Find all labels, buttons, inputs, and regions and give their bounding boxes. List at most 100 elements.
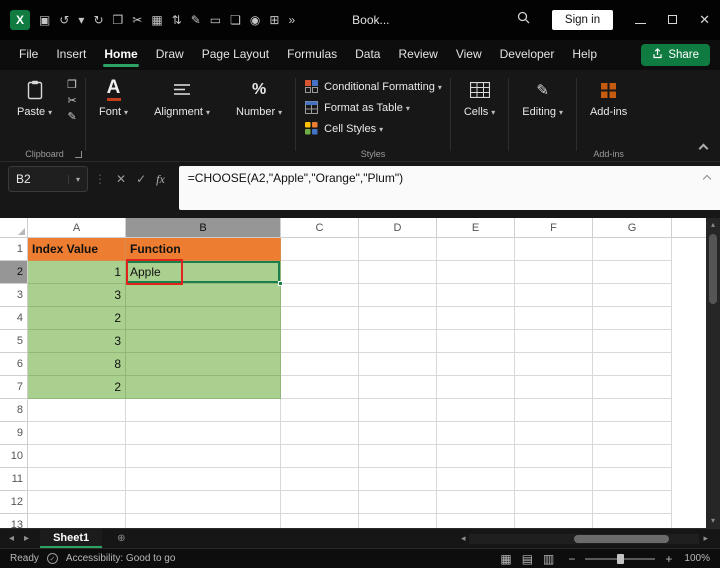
add-sheet-icon[interactable]: ⊕ xyxy=(112,529,130,548)
cell-D7[interactable] xyxy=(359,376,437,399)
cell-A6[interactable]: 8 xyxy=(28,353,126,376)
cell-D6[interactable] xyxy=(359,353,437,376)
cell-D4[interactable] xyxy=(359,307,437,330)
cell-E10[interactable] xyxy=(437,445,515,468)
cell-G1[interactable] xyxy=(593,238,672,261)
sheet-nav-left-icon[interactable]: ◂ xyxy=(4,529,19,548)
cell-E8[interactable] xyxy=(437,399,515,422)
cell-E9[interactable] xyxy=(437,422,515,445)
row-header-10[interactable]: 10 xyxy=(0,445,28,468)
cell-D12[interactable] xyxy=(359,491,437,514)
cell-C8[interactable] xyxy=(281,399,359,422)
undo-icon[interactable]: ↺ xyxy=(59,10,69,30)
cell-A2[interactable]: 1 xyxy=(28,261,126,284)
eraser-icon[interactable]: ▭ xyxy=(210,10,221,30)
camera-icon[interactable]: ◉ xyxy=(250,10,260,30)
copy-icon[interactable]: ❐ xyxy=(67,79,77,92)
column-header-A[interactable]: A xyxy=(28,218,126,238)
cell-C13[interactable] xyxy=(281,514,359,528)
cell-B1[interactable]: Function xyxy=(126,238,281,261)
cell-E2[interactable] xyxy=(437,261,515,284)
row-header-11[interactable]: 11 xyxy=(0,468,28,491)
menu-tab-file[interactable]: File xyxy=(10,41,47,69)
excel-logo-icon[interactable]: X xyxy=(10,10,30,30)
cell-D10[interactable] xyxy=(359,445,437,468)
cell-B5[interactable] xyxy=(126,330,281,353)
cell-G7[interactable] xyxy=(593,376,672,399)
cell-F13[interactable] xyxy=(515,514,593,528)
cell-F12[interactable] xyxy=(515,491,593,514)
menu-tab-data[interactable]: Data xyxy=(346,41,389,69)
formula-input[interactable]: =CHOOSE(A2,"Apple","Orange","Plum") xyxy=(179,166,720,210)
cell-F11[interactable] xyxy=(515,468,593,491)
cell-G2[interactable] xyxy=(593,261,672,284)
cell-F10[interactable] xyxy=(515,445,593,468)
row-header-2[interactable]: 2 xyxy=(0,261,28,284)
cell-F3[interactable] xyxy=(515,284,593,307)
minimize-button[interactable] xyxy=(635,11,646,29)
cell-A7[interactable]: 2 xyxy=(28,376,126,399)
cell-C1[interactable] xyxy=(281,238,359,261)
chevron-down-icon[interactable]: ▾ xyxy=(78,10,84,30)
name-box[interactable]: B2 xyxy=(8,166,88,192)
cell-B12[interactable] xyxy=(126,491,281,514)
cell-C4[interactable] xyxy=(281,307,359,330)
row-header-9[interactable]: 9 xyxy=(0,422,28,445)
more-commands-icon[interactable]: » xyxy=(288,10,295,30)
cell-F2[interactable] xyxy=(515,261,593,284)
cell-E3[interactable] xyxy=(437,284,515,307)
menu-tab-insert[interactable]: Insert xyxy=(47,41,95,69)
status-accessibility[interactable]: Accessibility: Good to go xyxy=(66,553,176,564)
cell-D9[interactable] xyxy=(359,422,437,445)
cell-B10[interactable] xyxy=(126,445,281,468)
zoom-slider-thumb[interactable] xyxy=(617,554,624,564)
column-header-E[interactable]: E xyxy=(437,218,515,238)
menu-tab-view[interactable]: View xyxy=(447,41,491,69)
column-header-C[interactable]: C xyxy=(281,218,359,238)
sort-icon[interactable]: ⇅ xyxy=(172,10,182,30)
format-painter-icon[interactable]: ✎ xyxy=(67,111,77,124)
menu-tab-help[interactable]: Help xyxy=(563,41,606,69)
cell-F9[interactable] xyxy=(515,422,593,445)
page-layout-view-icon[interactable]: ▤ xyxy=(522,550,533,568)
alignment-button[interactable]: Alignment xyxy=(149,77,215,119)
sheet-nav-right-icon[interactable]: ▸ xyxy=(19,529,34,548)
horizontal-scrollbar[interactable] xyxy=(457,533,712,544)
cell-D5[interactable] xyxy=(359,330,437,353)
insert-function-icon[interactable]: fx xyxy=(152,172,169,187)
zoom-slider[interactable] xyxy=(585,558,655,560)
document-icon[interactable]: ❏ xyxy=(230,10,241,30)
save-icon[interactable]: ▣ xyxy=(39,10,50,30)
horizontal-scroll-thumb[interactable] xyxy=(574,535,669,543)
menu-tab-developer[interactable]: Developer xyxy=(491,41,564,69)
cell-B4[interactable] xyxy=(126,307,281,330)
enter-icon[interactable]: ✓ xyxy=(132,172,150,186)
cell-E12[interactable] xyxy=(437,491,515,514)
row-header-3[interactable]: 3 xyxy=(0,284,28,307)
cell-A4[interactable]: 2 xyxy=(28,307,126,330)
normal-view-icon[interactable]: ▦ xyxy=(500,550,511,568)
cell-G5[interactable] xyxy=(593,330,672,353)
cell-F8[interactable] xyxy=(515,399,593,422)
row-header-13[interactable]: 13 xyxy=(0,514,28,528)
scroll-down-icon[interactable] xyxy=(711,514,715,528)
cell-G9[interactable] xyxy=(593,422,672,445)
cell-G6[interactable] xyxy=(593,353,672,376)
menu-tab-formulas[interactable]: Formulas xyxy=(278,41,346,69)
cell-C3[interactable] xyxy=(281,284,359,307)
cell-B6[interactable] xyxy=(126,353,281,376)
cell-G3[interactable] xyxy=(593,284,672,307)
row-header-4[interactable]: 4 xyxy=(0,307,28,330)
cell-A8[interactable] xyxy=(28,399,126,422)
cell-B2[interactable]: Apple xyxy=(126,261,281,284)
formula-bar-collapse-icon[interactable] xyxy=(703,175,711,183)
column-header-F[interactable]: F xyxy=(515,218,593,238)
paste-button[interactable]: Paste xyxy=(12,77,57,119)
conditional-formatting-button[interactable]: Conditional Formatting xyxy=(304,77,442,96)
menu-tab-home[interactable]: Home xyxy=(95,41,146,69)
zoom-percentage[interactable]: 100% xyxy=(684,553,710,564)
row-header-12[interactable]: 12 xyxy=(0,491,28,514)
addins-button[interactable]: Add-ins xyxy=(585,77,632,119)
row-header-8[interactable]: 8 xyxy=(0,399,28,422)
cell-F1[interactable] xyxy=(515,238,593,261)
